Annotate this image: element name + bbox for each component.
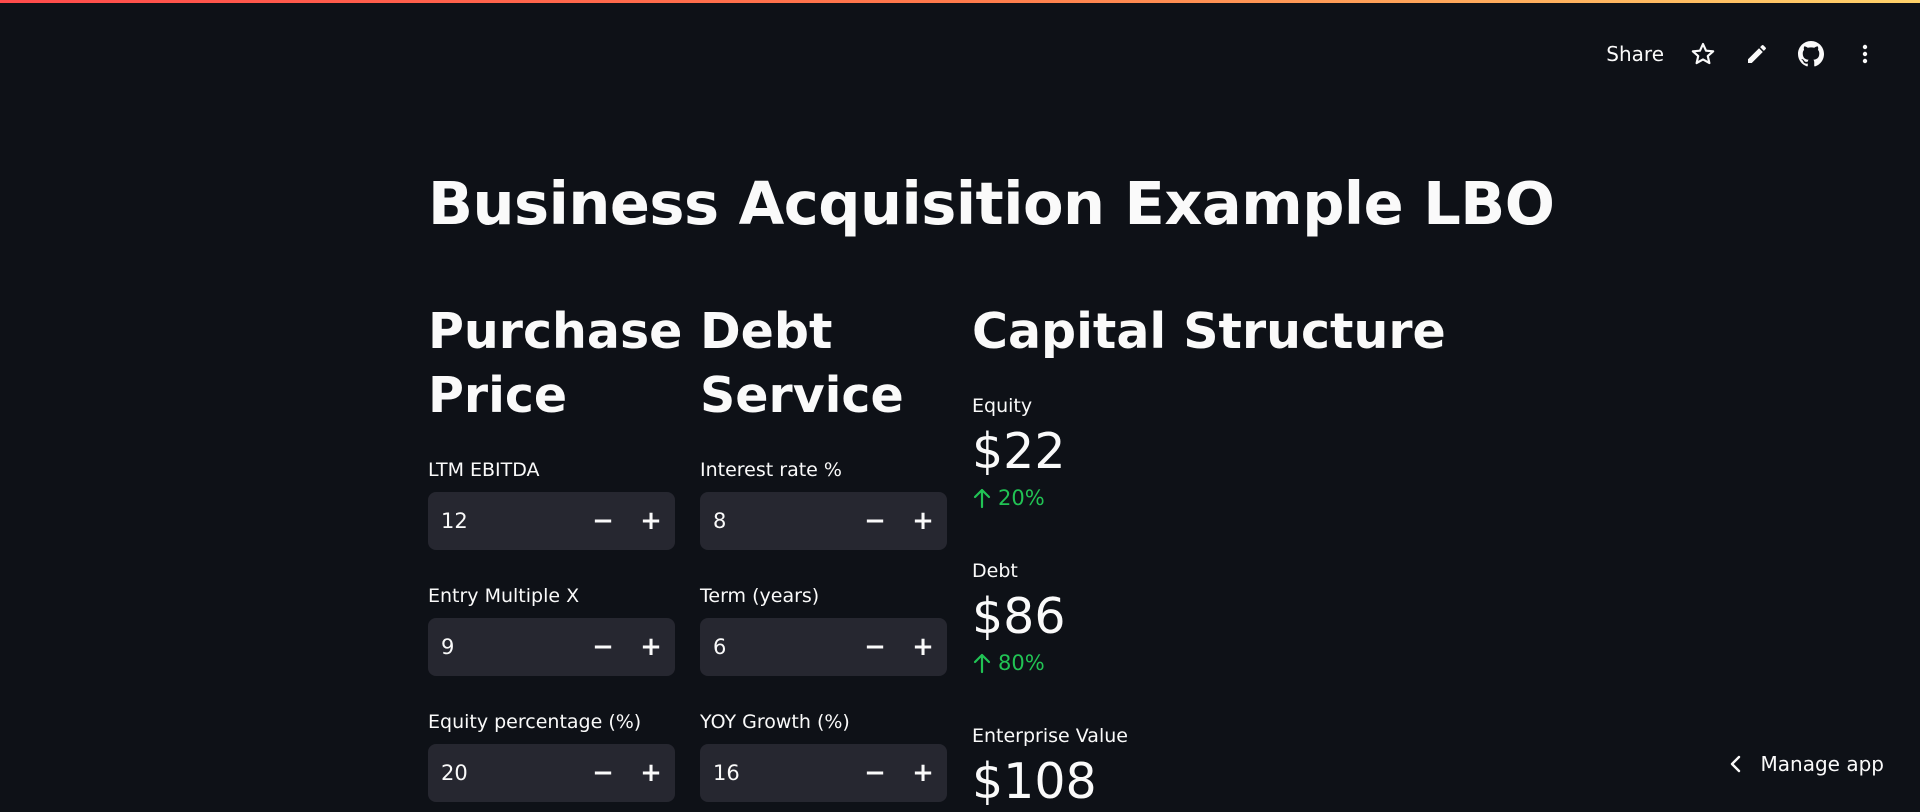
increment-button[interactable]: + [627,618,675,676]
debt-metric: Debt $86 80% [972,559,1066,677]
metric-label: Debt [972,560,1018,582]
field-label: Interest rate % [700,459,842,481]
increment-button[interactable]: + [627,492,675,550]
yoy-growth-input[interactable]: 16 [700,761,851,785]
manage-app-button[interactable]: Manage app [1729,752,1884,776]
manage-app-label: Manage app [1760,752,1884,776]
ltm-ebitda-field: LTM EBITDA 12 − + [428,458,675,550]
purchase-price-heading: Purchase Price [428,303,683,424]
yoy-growth-stepper: 16 − + [700,744,947,802]
decrement-button[interactable]: − [851,744,899,802]
arrow-up-icon [973,488,991,509]
debt-service-heading: Debt Service [700,303,904,424]
capital-structure-column: Capital Structure Equity $22 20% Debt $8… [972,300,1572,810]
decrement-button[interactable]: − [851,492,899,550]
metric-delta: 20% [972,484,1066,512]
entry-multiple-stepper: 9 − + [428,618,675,676]
delta-value: 20% [998,486,1045,510]
arrow-up-icon [973,653,991,674]
enterprise-value-metric: Enterprise Value $108 [972,724,1128,812]
term-years-input[interactable]: 6 [700,635,851,659]
delta-value: 80% [998,651,1045,675]
header-toolbar: Share [1594,38,1892,70]
field-label: Entry Multiple X [428,585,580,607]
debt-service-column: Debt Service Interest rate % 8 − + Term … [700,300,947,802]
entry-multiple-input[interactable]: 9 [428,635,579,659]
decrement-button[interactable]: − [579,744,627,802]
increment-button[interactable]: + [899,618,947,676]
field-label: LTM EBITDA [428,459,540,481]
ltm-ebitda-input[interactable]: 12 [428,509,579,533]
page-title: Business Acquisition Example LBO [428,169,1555,238]
purchase-price-column: Purchase Price LTM EBITDA 12 − + Entry M… [428,300,683,802]
pencil-icon[interactable] [1730,38,1784,70]
decrement-button[interactable]: − [851,618,899,676]
equity-percentage-stepper: 20 − + [428,744,675,802]
equity-percentage-input[interactable]: 20 [428,761,579,785]
metric-value: $86 [972,588,1066,645]
equity-metric: Equity $22 20% [972,394,1066,512]
capital-structure-heading: Capital Structure [972,303,1446,360]
interest-rate-field: Interest rate % 8 − + [700,458,947,550]
metric-value: $108 [972,753,1097,810]
term-years-field: Term (years) 6 − + [700,584,947,676]
field-label: Term (years) [700,585,820,607]
entry-multiple-field: Entry Multiple X 9 − + [428,584,675,676]
increment-button[interactable]: + [899,744,947,802]
decrement-button[interactable]: − [579,492,627,550]
ltm-ebitda-stepper: 12 − + [428,492,675,550]
interest-rate-input[interactable]: 8 [700,509,851,533]
star-icon[interactable] [1676,38,1730,70]
decrement-button[interactable]: − [579,618,627,676]
metric-value: $22 [972,423,1066,480]
increment-button[interactable]: + [627,744,675,802]
metric-label: Enterprise Value [972,725,1128,747]
more-vertical-icon[interactable] [1838,38,1892,70]
equity-percentage-field: Equity percentage (%) 20 − + [428,710,675,802]
interest-rate-stepper: 8 − + [700,492,947,550]
term-years-stepper: 6 − + [700,618,947,676]
share-button[interactable]: Share [1594,38,1676,70]
increment-button[interactable]: + [899,492,947,550]
field-label: Equity percentage (%) [428,711,642,733]
field-label: YOY Growth (%) [700,711,850,733]
yoy-growth-field: YOY Growth (%) 16 − + [700,710,947,802]
chevron-left-icon [1730,755,1740,773]
metric-label: Equity [972,395,1033,417]
github-icon[interactable] [1784,38,1838,70]
top-accent-bar [0,0,1920,3]
metric-delta: 80% [972,649,1066,677]
